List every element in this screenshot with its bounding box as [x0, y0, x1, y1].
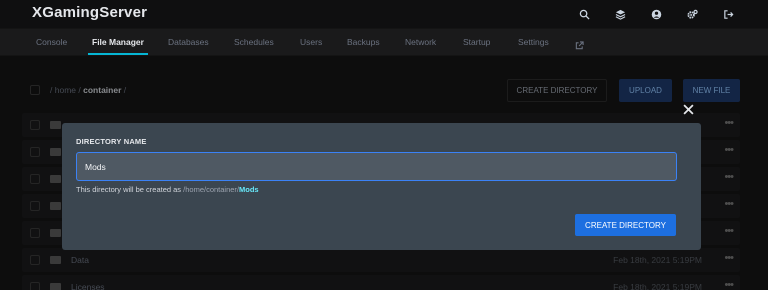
directory-name-input[interactable]	[76, 152, 677, 181]
tab-backups[interactable]: Backups	[347, 37, 380, 47]
external-link-icon[interactable]	[575, 37, 584, 55]
brand-title[interactable]: XGamingServer	[32, 4, 147, 21]
directory-path-hint: This directory will be created as /home/…	[76, 185, 259, 194]
create-directory-submit-button[interactable]: CREATE DIRECTORY	[575, 214, 676, 236]
hint-prefix: This directory will be created as	[76, 185, 182, 194]
active-tab-indicator	[88, 53, 148, 55]
top-bar: XGamingServer	[0, 0, 768, 28]
header-icons	[566, 6, 746, 22]
account-icon[interactable]	[638, 6, 674, 22]
layers-icon[interactable]	[602, 6, 638, 22]
tab-network[interactable]: Network	[405, 37, 436, 47]
tab-databases[interactable]: Databases	[168, 37, 209, 47]
tab-users[interactable]: Users	[300, 37, 322, 47]
hint-dir: Mods	[239, 185, 259, 194]
server-subnav: Console File Manager Databases Schedules…	[0, 29, 768, 55]
tab-file-manager[interactable]: File Manager	[92, 37, 144, 47]
tab-schedules[interactable]: Schedules	[234, 37, 274, 47]
hint-path: /home/container/	[183, 185, 240, 194]
create-directory-modal: DIRECTORY NAME This directory will be cr…	[62, 123, 701, 250]
search-icon[interactable]	[566, 6, 602, 22]
tab-startup[interactable]: Startup	[463, 37, 490, 47]
sign-out-icon[interactable]	[710, 6, 746, 22]
close-icon[interactable]	[681, 102, 695, 116]
tab-console[interactable]: Console	[36, 37, 67, 47]
settings-icon[interactable]	[674, 6, 710, 22]
tab-settings[interactable]: Settings	[518, 37, 549, 47]
directory-name-label: DIRECTORY NAME	[76, 137, 147, 146]
